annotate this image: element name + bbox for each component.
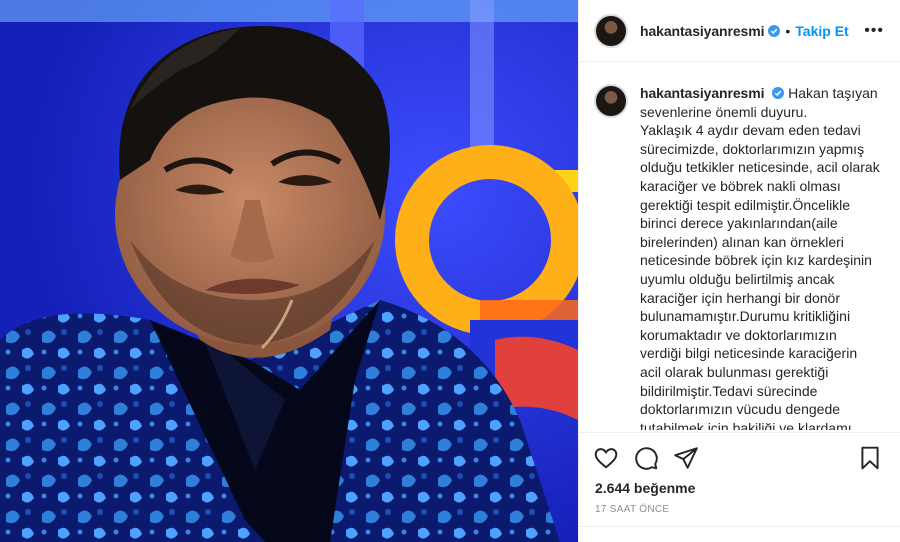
post-header: hakantasiyanresmi • Takip Et ••• [579,0,900,62]
post-timestamp[interactable]: 17 SAAT ÖNCE [595,504,669,515]
more-options-button[interactable]: ••• [864,22,884,40]
caption-text: hakantasiyanresmi Hakan taşıyan sevenler… [640,84,880,430]
separator-dot: • [785,22,791,39]
post-photo[interactable] [0,0,578,542]
caption-block: hakantasiyanresmi Hakan taşıyan sevenler… [579,62,900,430]
verified-badge-icon [768,24,781,37]
action-bar [579,440,900,476]
comment-icon[interactable] [633,445,659,471]
verified-badge-icon [772,87,785,99]
divider [579,432,900,433]
username-link[interactable]: hakantasiyanresmi [640,23,764,39]
paper-plane-icon[interactable] [673,445,699,471]
follow-button[interactable]: Takip Et [795,23,848,39]
caption-username-link[interactable]: hakantasiyanresmi [640,85,764,101]
profile-avatar[interactable] [594,13,628,48]
bookmark-icon[interactable] [857,445,883,471]
divider [579,526,900,527]
caption-avatar[interactable] [594,84,628,118]
post-image [0,0,578,542]
caption-body: Hakan taşıyan sevenlerine önemli duyuru.… [640,85,880,430]
likes-count[interactable]: 2.644 beğenme [595,480,695,496]
post-side-panel: hakantasiyanresmi • Takip Et ••• hakanta… [578,0,900,542]
heart-icon[interactable] [593,445,619,471]
